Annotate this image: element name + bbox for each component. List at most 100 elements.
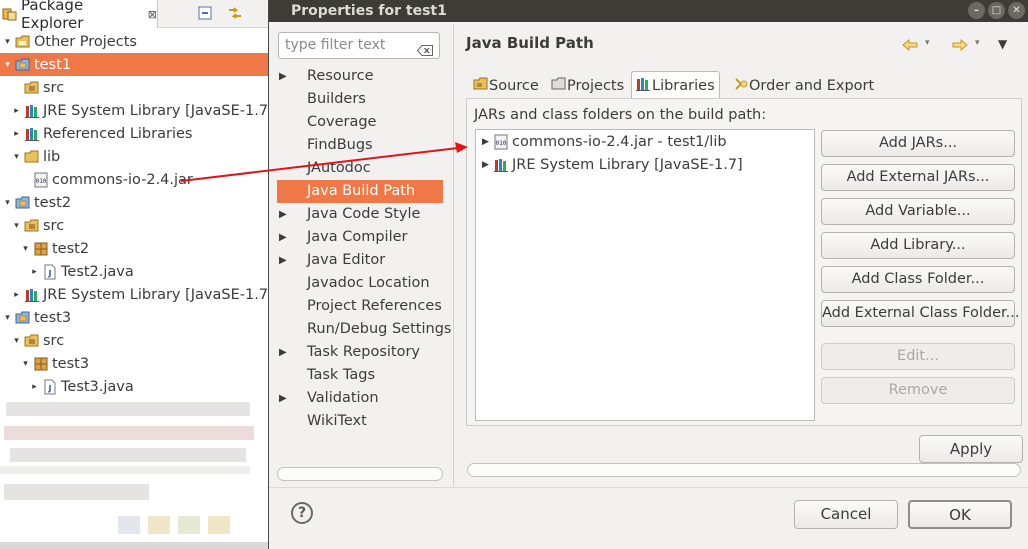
nav-item[interactable]: ▶ Java Compiler: [277, 226, 443, 249]
expanded-chevron-icon[interactable]: ▾: [20, 358, 31, 369]
expanded-chevron-icon[interactable]: ▾: [2, 312, 13, 323]
back-arrow-icon[interactable]: [901, 36, 919, 58]
dialog-titlebar[interactable]: Properties for test1 – □ ✕: [269, 0, 1028, 22]
add-jars-button[interactable]: Add JARs...: [821, 130, 1015, 157]
add-library-button[interactable]: Add Library...: [821, 232, 1015, 259]
expanded-chevron-icon[interactable]: ▾: [20, 243, 31, 254]
add-external-jars-button[interactable]: Add External JARs...: [821, 164, 1015, 191]
collapsed-chevron-icon[interactable]: ▶: [480, 160, 491, 171]
nav-item[interactable]: ▶ Resource: [277, 65, 443, 88]
jar-icon: 010: [33, 172, 49, 188]
add-variable-button[interactable]: Add Variable...: [821, 198, 1015, 225]
forward-arrow-icon[interactable]: [951, 36, 969, 58]
tree-item[interactable]: ▾ test3: [0, 306, 268, 329]
nav-item[interactable]: ▶ Task Repository: [277, 341, 443, 364]
tree-item[interactable]: ▸ JRE System Library [JavaSE-1.7]: [0, 283, 273, 306]
tab-libraries[interactable]: Libraries: [631, 71, 720, 99]
nav-item-label: Builders: [307, 91, 366, 107]
nav-item[interactable]: Run/Debug Settings: [277, 318, 451, 341]
tree-item[interactable]: ▾ src: [0, 329, 268, 352]
tree-item[interactable]: ▾ Other Projects: [0, 30, 268, 53]
nav-item[interactable]: Java Build Path: [277, 180, 443, 203]
expanded-chevron-icon[interactable]: ▾: [11, 151, 22, 162]
nav-item[interactable]: Coverage: [277, 111, 443, 134]
tab-order-and-export[interactable]: Order and Export: [733, 74, 874, 98]
nav-item-label: Javadoc Location: [307, 275, 430, 291]
nav-item[interactable]: Task Tags: [277, 364, 443, 387]
maximize-button[interactable]: □: [988, 2, 1005, 19]
back-menu-chevron-icon[interactable]: ▾: [925, 38, 930, 48]
nav-item[interactable]: Javadoc Location: [277, 272, 443, 295]
close-icon[interactable]: ⊠: [148, 8, 157, 21]
tree-item[interactable]: ▸ JRE System Library [JavaSE-1.7]: [0, 99, 273, 122]
nav-item[interactable]: ▶ Java Code Style: [277, 203, 443, 226]
build-path-list[interactable]: ▶ 010 commons-io-2.4.jar - test1/lib ▶ JRE S…: [475, 129, 815, 421]
cancel-button[interactable]: Cancel: [794, 500, 898, 529]
package-explorer-tab[interactable]: Package Explorer ⊠: [0, 0, 158, 32]
help-icon[interactable]: ?: [291, 502, 313, 524]
expanded-chevron-icon[interactable]: ▾: [2, 197, 13, 208]
tree-item[interactable]: ▸ J Test3.java: [0, 375, 268, 398]
list-label: JARs and class folders on the build path…: [474, 107, 767, 123]
nav-item[interactable]: FindBugs: [277, 134, 443, 157]
minimize-button[interactable]: –: [968, 2, 985, 19]
tree-item[interactable]: ▸ Referenced Libraries: [0, 122, 268, 145]
remove-button[interactable]: Remove: [821, 377, 1015, 404]
tree-item[interactable]: ▾ test2: [0, 191, 268, 214]
page-navigation: ▾ ▾ ▼: [901, 36, 1021, 56]
collapsed-chevron-icon[interactable]: ▸: [29, 381, 40, 392]
tree-item[interactable]: ▾ test3: [0, 352, 268, 375]
filter-placeholder: type filter text: [285, 37, 386, 53]
clear-filter-icon[interactable]: [416, 40, 433, 56]
expand-arrow-icon[interactable]: ▶: [279, 65, 287, 88]
apply-button[interactable]: Apply: [919, 435, 1023, 463]
tree-item[interactable]: ▾ test2: [0, 237, 268, 260]
tree-item[interactable]: src: [0, 76, 268, 99]
edit-button[interactable]: Edit...: [821, 343, 1015, 370]
expanded-chevron-icon[interactable]: ▾: [11, 220, 22, 231]
tab-projects[interactable]: Projects: [551, 74, 624, 98]
nav-item[interactable]: JAutodoc: [277, 157, 443, 180]
nav-item[interactable]: ▶ Validation: [277, 387, 443, 410]
add-class-folder-button[interactable]: Add Class Folder...: [821, 266, 1015, 293]
expand-arrow-icon[interactable]: ▶: [279, 203, 287, 226]
pane-divider[interactable]: [453, 24, 454, 486]
tree-item[interactable]: ▸ J Test2.java: [0, 260, 268, 283]
collapsed-chevron-icon[interactable]: ▶: [480, 137, 491, 148]
project-icon: [15, 57, 31, 73]
collapsed-chevron-icon[interactable]: ▸: [11, 289, 22, 300]
tab-source[interactable]: Source: [473, 74, 539, 98]
tree-item[interactable]: 010 commons-io-2.4.jar: [0, 168, 268, 191]
expand-arrow-icon[interactable]: ▶: [279, 249, 287, 272]
expanded-chevron-icon[interactable]: ▾: [11, 335, 22, 346]
ok-button[interactable]: OK: [908, 500, 1012, 529]
expanded-chevron-icon[interactable]: ▾: [2, 36, 13, 47]
jar-icon: 010: [493, 134, 509, 150]
nav-item[interactable]: ▶ Java Editor: [277, 249, 443, 272]
nav-item[interactable]: Builders: [277, 88, 443, 111]
add-external-class-folder-button[interactable]: Add External Class Folder...: [821, 300, 1020, 327]
list-item[interactable]: ▶ 010 commons-io-2.4.jar - test1/lib: [480, 131, 727, 153]
nav-item[interactable]: Project References: [277, 295, 443, 318]
expand-arrow-icon[interactable]: ▶: [279, 341, 287, 364]
link-with-editor-icon[interactable]: [226, 5, 244, 21]
nav-item[interactable]: WikiText: [277, 410, 443, 433]
expanded-chevron-icon[interactable]: ▾: [2, 59, 13, 70]
list-item[interactable]: ▶ JRE System Library [JavaSE-1.7]: [480, 154, 743, 176]
view-menu-icon[interactable]: ▼: [998, 37, 1007, 51]
collapsed-chevron-icon[interactable]: ▸: [11, 128, 22, 139]
collapsed-chevron-icon[interactable]: ▸: [11, 105, 22, 116]
nav-horizontal-scrollbar[interactable]: [277, 467, 443, 481]
close-dialog-button[interactable]: ✕: [1008, 2, 1025, 19]
expand-arrow-icon[interactable]: ▶: [279, 387, 287, 410]
tree-item[interactable]: ▾ lib: [0, 145, 268, 168]
forward-menu-chevron-icon[interactable]: ▾: [975, 38, 980, 48]
library-icon: [493, 157, 509, 173]
filter-input[interactable]: type filter text: [278, 32, 440, 59]
expand-arrow-icon[interactable]: ▶: [279, 226, 287, 249]
tree-item[interactable]: ▾ test1: [0, 53, 268, 76]
collapse-all-icon[interactable]: [197, 5, 215, 21]
tree-item[interactable]: ▾ src: [0, 214, 268, 237]
collapsed-chevron-icon[interactable]: ▸: [29, 266, 40, 277]
page-horizontal-scrollbar[interactable]: [467, 463, 1021, 477]
